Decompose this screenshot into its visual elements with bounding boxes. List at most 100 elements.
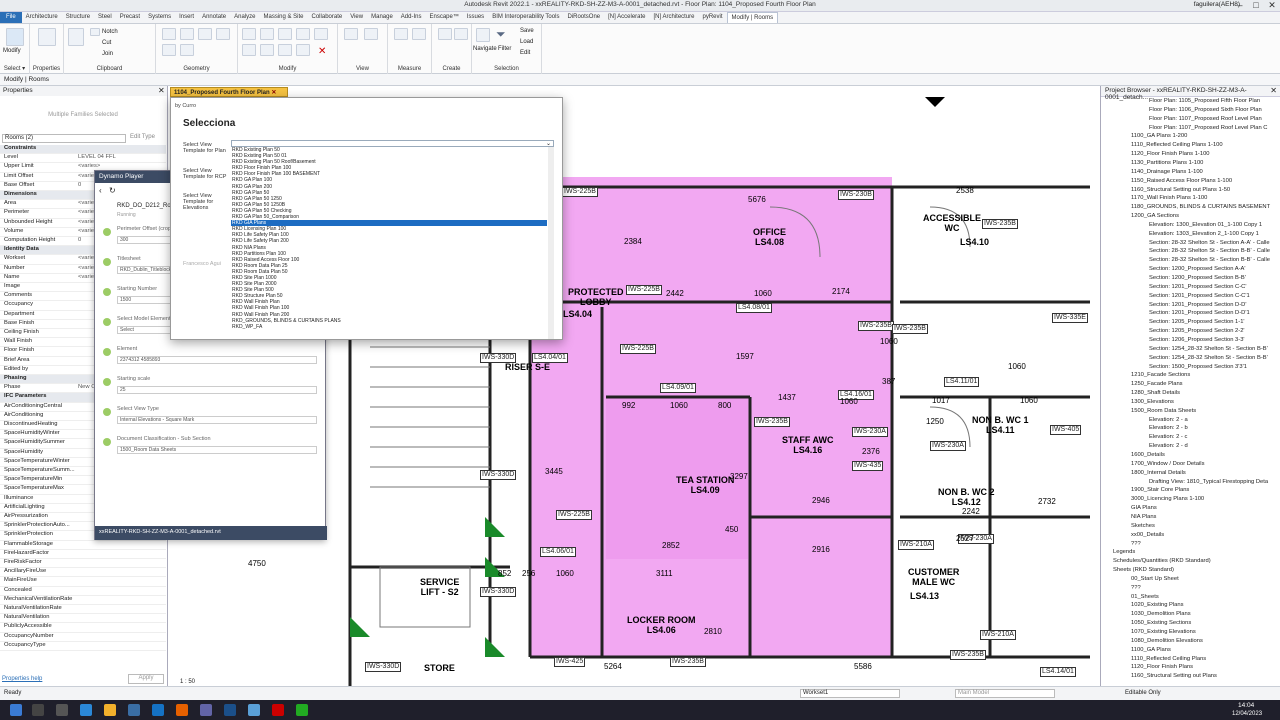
browser-item[interactable]: 1160_Structural Setting out Plans 1-50 (1131, 187, 1230, 193)
dimension-value[interactable]: 2538 (956, 186, 974, 195)
explorer-icon[interactable] (104, 704, 116, 716)
browser-item[interactable]: Section: 1205_Proposed Section 1-1' (1149, 319, 1245, 325)
geometry-tool-icon[interactable] (162, 28, 176, 40)
browser-item[interactable]: 1100_GA Plans 1-200 (1131, 133, 1187, 139)
close-icon[interactable]: ✕ (271, 90, 276, 96)
browser-item[interactable]: 1500_Room Data Sheets (1131, 408, 1196, 414)
dimension-value[interactable]: 2810 (704, 627, 722, 636)
app-icon[interactable] (272, 704, 284, 716)
trim-icon[interactable] (296, 28, 310, 40)
browser-item[interactable]: 1080_Demolition Elevations (1131, 638, 1203, 644)
browser-item[interactable]: Section: 1206_Proposed Section 3-3' (1149, 337, 1245, 343)
property-row[interactable]: FireHazardFactor (0, 550, 166, 559)
dimension-value[interactable]: 3445 (545, 467, 563, 476)
offset-icon[interactable] (260, 28, 274, 40)
input-field[interactable]: 1500_Room Data Sheets (117, 446, 317, 454)
paste-icon[interactable] (68, 28, 84, 46)
browser-item[interactable]: Section: 1500_Proposed Section 3'3'1 (1149, 364, 1247, 370)
tab-7[interactable]: Annotate (198, 12, 230, 23)
firefox-icon[interactable] (176, 704, 188, 716)
browser-item[interactable]: Elevation: 2 - c (1149, 434, 1187, 440)
start-icon[interactable] (10, 704, 22, 716)
mirror-icon[interactable] (278, 28, 292, 40)
browser-item[interactable]: 1300_Elevations (1131, 399, 1174, 405)
dimension-value[interactable]: 2946 (812, 496, 830, 505)
browser-item[interactable]: Elevation: 1303_Elevation 2_1-100 Copy 1 (1149, 231, 1259, 237)
dimension-value[interactable]: 5676 (748, 195, 766, 204)
input-field[interactable]: Internal Elevations - Square Mark (117, 416, 317, 424)
tab-13[interactable]: Add-Ins (397, 12, 426, 23)
property-row[interactable]: MainFireUse (0, 577, 166, 587)
property-row[interactable]: FireRiskFactor (0, 559, 166, 569)
property-row[interactable]: FlammableStorage (0, 541, 166, 550)
dimension-value[interactable]: 2916 (812, 545, 830, 554)
array-icon[interactable] (296, 44, 310, 56)
browser-item[interactable]: 1140_Drainage Plans 1-100 (1131, 169, 1203, 175)
plan-template-dropdown[interactable]: ⌄ (231, 140, 554, 147)
list-scrollbar[interactable] (548, 147, 554, 339)
dimension-value[interactable]: 2527 (956, 534, 974, 543)
property-row[interactable]: AncillaryFireUse (0, 568, 166, 578)
back-icon[interactable]: ‹ (99, 186, 102, 195)
dimension-value[interactable]: 2852 (662, 541, 680, 550)
browser-item[interactable]: Section: 1201_Proposed Section C-C' (1149, 284, 1246, 290)
property-value[interactable]: 0 (78, 237, 81, 243)
browser-item[interactable]: 1160_Structural Setting out Plans (1131, 673, 1217, 679)
browser-item[interactable]: ??? (1131, 541, 1141, 547)
properties-icon[interactable] (38, 28, 56, 46)
browser-item[interactable]: GIA Plans (1131, 505, 1157, 511)
create-tool-icon[interactable] (438, 28, 452, 40)
browser-item[interactable]: 1100_GA Plans (1131, 647, 1171, 653)
create-tool-icon[interactable] (454, 28, 468, 40)
browser-item[interactable]: Sketches (1131, 523, 1155, 529)
browser-item[interactable]: Elevation: 2 - a (1149, 417, 1188, 423)
navigate-label[interactable]: Navigate (473, 46, 497, 52)
geometry-tool-icon[interactable] (180, 44, 194, 56)
browser-item[interactable]: Section: 1200_Proposed Section B-B' (1149, 275, 1246, 281)
copy-icon[interactable] (260, 44, 274, 56)
browser-item[interactable]: Elevation: 2 - b (1149, 425, 1188, 431)
editable-only-toggle[interactable]: Editable Only (1125, 690, 1161, 696)
view-tool-icon[interactable] (344, 28, 358, 40)
tab-21[interactable]: Modify | Rooms (726, 12, 779, 23)
browser-item[interactable]: 1180_GROUNDS, BLINDS & CURTAINS BASEMENT (1131, 204, 1270, 210)
dimension-value[interactable]: 450 (725, 525, 738, 534)
tab-18[interactable]: [N] Accelerate (604, 12, 649, 23)
minimize-icon[interactable]: – (1232, 0, 1248, 10)
search-icon[interactable] (32, 704, 44, 716)
dimension-value[interactable]: 1060 (670, 401, 688, 410)
tab-5[interactable]: Systems (144, 12, 175, 23)
dimension-value[interactable]: 2384 (624, 237, 642, 246)
close-icon[interactable]: ✕ (1270, 86, 1277, 95)
revit-icon[interactable] (224, 704, 236, 716)
browser-item[interactable]: Floor Plan: 1107_Proposed Roof Level Pla… (1149, 125, 1267, 131)
browser-item[interactable]: 1020_Existing Plans (1131, 602, 1184, 608)
dimension-value[interactable]: 387 (882, 377, 895, 386)
browser-item[interactable]: 01_Sheets (1131, 594, 1159, 600)
browser-item[interactable]: 1120_Floor Finish Plans 1-100 (1131, 151, 1210, 157)
property-row[interactable]: Level LEVEL 04 FFL (0, 154, 166, 164)
cut-label[interactable]: Cut (102, 40, 111, 46)
dimension-value[interactable]: 4750 (248, 559, 266, 568)
tab-20[interactable]: pyRevit (699, 12, 727, 23)
workset-selector[interactable]: Workset1 (800, 689, 900, 698)
refresh-icon[interactable]: ↻ (109, 186, 116, 195)
join-label[interactable]: Join (102, 51, 113, 57)
view-tab[interactable]: 1104_Proposed Fourth Floor Plan ✕ (170, 87, 288, 97)
app-icon[interactable] (128, 704, 140, 716)
tab-15[interactable]: Issues (463, 12, 488, 23)
view-scale[interactable]: 1 : 50 (180, 679, 196, 685)
dimension-value[interactable]: 992 (622, 401, 635, 410)
tab-6[interactable]: Insert (175, 12, 198, 23)
browser-item[interactable]: NIA Plans (1131, 514, 1156, 520)
property-value[interactable]: LEVEL 04 FFL (78, 154, 116, 160)
property-value[interactable]: 0 (78, 182, 81, 188)
property-row[interactable]: Constraints (0, 145, 166, 155)
dimension-value[interactable]: 256 (522, 569, 535, 578)
browser-item[interactable]: 1800_Internal Details (1131, 470, 1186, 476)
dimension-value[interactable]: 1250 (926, 417, 944, 426)
tab-16[interactable]: BIM Interoperability Tools (488, 12, 563, 23)
browser-item[interactable]: Legends (1113, 549, 1135, 555)
property-row[interactable]: NaturalVentilation (0, 614, 166, 624)
browser-item[interactable]: 1170_Wall Finish Plans 1-100 (1131, 195, 1207, 201)
